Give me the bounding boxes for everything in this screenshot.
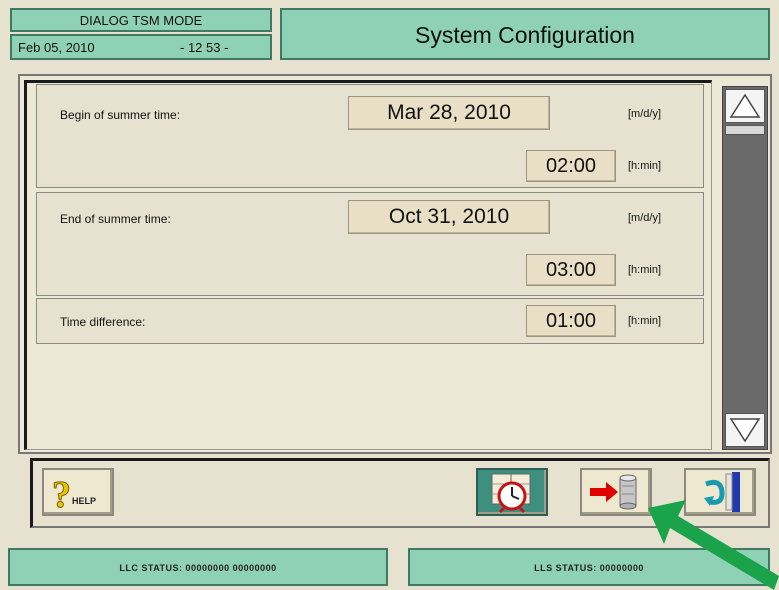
begin-date-unit: [m/d/y]	[628, 108, 662, 120]
page-title: System Configuration	[280, 8, 770, 60]
question-mark-icon: ?	[52, 474, 72, 515]
help-button[interactable]: ? HELP	[42, 468, 114, 516]
green-arrow-icon	[648, 500, 779, 590]
end-summer-time-label: End of summer time:	[60, 212, 171, 226]
triangle-down-icon	[729, 418, 761, 443]
begin-summer-time-label: Begin of summer time:	[60, 108, 181, 122]
svg-text:?: ?	[52, 474, 71, 514]
time-difference-label: Time difference:	[60, 315, 146, 329]
time-difference-unit: [h:min]	[628, 315, 662, 327]
clock-settings-button[interactable]	[476, 468, 548, 516]
time-difference-field[interactable]: 01:00	[526, 305, 616, 337]
current-date: Feb 05, 2010	[18, 40, 95, 55]
begin-time-unit: [h:min]	[628, 160, 662, 172]
llc-status-panel: LLC STATUS: 00000000 00000000	[8, 548, 388, 586]
begin-time-field[interactable]: 02:00	[526, 150, 616, 182]
triangle-up-icon	[729, 93, 761, 118]
begin-date-field[interactable]: Mar 28, 2010	[348, 96, 550, 130]
end-time-field[interactable]: 03:00	[526, 254, 616, 286]
vertical-scrollbar[interactable]	[722, 86, 768, 450]
scroll-up-button[interactable]	[725, 89, 765, 123]
scroll-down-button[interactable]	[725, 413, 765, 447]
mode-indicator: DIALOG TSM MODE	[10, 8, 272, 32]
end-date-field[interactable]: Oct 31, 2010	[348, 200, 550, 234]
date-time-display: Feb 05, 2010 - 12 53 -	[10, 34, 272, 60]
current-time: - 12 53 -	[180, 40, 229, 55]
scroll-thumb[interactable]	[725, 125, 765, 135]
calendar-clock-icon	[491, 473, 531, 514]
end-time-unit: [h:min]	[628, 264, 662, 276]
help-label: HELP	[72, 496, 97, 506]
end-date-unit: [m/d/y]	[628, 212, 662, 224]
